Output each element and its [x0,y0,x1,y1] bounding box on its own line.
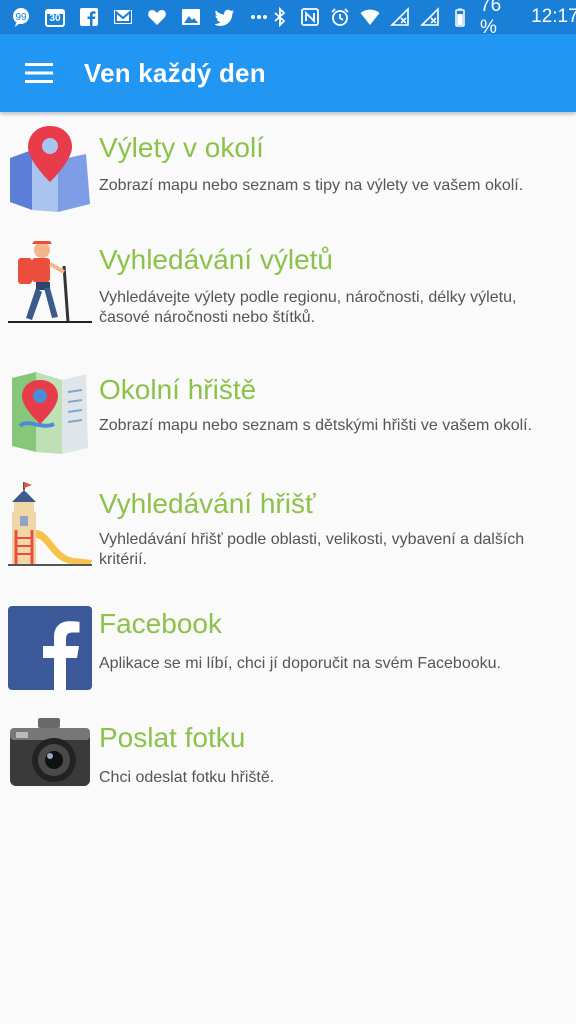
battery-icon [450,6,470,28]
signal-no-sim-icon-2 [420,6,440,28]
menu-item-title: Výlety v okolí [99,132,264,163]
folded-map-icon [6,366,94,454]
menu-item-description: Zobrazí mapu nebo seznam s tipy na výlet… [99,177,524,194]
menu-item-title: Facebook [99,608,222,639]
svg-text:99: 99 [15,12,27,23]
more-notifications-icon [248,6,270,28]
app-title: Ven každý den [84,57,266,88]
menu-item-title: Okolní hřiště [99,374,257,405]
menu-item-facebook[interactable]: Facebook Aplikace se mi líbí, chci jí do… [0,600,576,712]
bluetooth-icon [270,6,290,28]
facebook-icon [6,604,94,692]
menu-item-vyhledavani-hrist[interactable]: Vyhledávání hřišť Vyhledávání hřišť podl… [0,468,576,580]
menu-item-description: Aplikace se mi líbí, chci jí doporučit n… [99,655,501,672]
playground-slide-icon [6,480,94,568]
menu-item-description: Chci odeslat fotku hřiště. [99,769,275,786]
menu-item-vylety-v-okoli[interactable]: Výlety v okolí Zobrazí mapu nebo seznam … [0,112,576,224]
menu-item-title: Vyhledávání hřišť [99,488,316,519]
calendar-day: 30 [49,13,61,24]
hiker-icon [6,238,94,326]
clock: 12:17 [531,6,576,27]
menu-item-title: Poslat fotku [99,722,246,753]
chat-bubble-icon: 99 [10,6,32,28]
heart-icon [146,6,168,28]
menu-item-title: Vyhledávání výletů [99,244,333,275]
signal-no-sim-icon [390,6,410,28]
gmail-icon [112,6,134,28]
wifi-icon [360,6,380,28]
menu-item-okolni-hriste[interactable]: Okolní hřiště Zobrazí mapu nebo seznam s… [0,352,576,464]
alarm-icon [330,6,350,28]
map-pin-icon [6,124,94,212]
app-bar: Ven každý den [0,34,576,112]
menu-item-vyhledavani-vyletu[interactable]: Vyhledávání výletů Vyhledávejte výlety p… [0,226,576,338]
twitter-icon [214,6,236,28]
hamburger-menu-button[interactable] [0,34,78,112]
hamburger-icon [25,63,53,83]
image-icon [180,6,202,28]
calendar-icon: 30 [44,6,66,28]
status-bar: 99 30 76 % 12:17 [0,0,576,38]
camera-icon [6,712,94,800]
menu-item-description: Vyhledávejte výlety podle regionu, nároč… [99,289,517,326]
facebook-notification-icon [78,6,100,28]
menu-item-description: Zobrazí mapu nebo seznam s dětskými hřiš… [99,417,533,434]
menu-item-description: Vyhledávání hřišť podle oblasti, velikos… [99,531,525,568]
nfc-icon [300,6,320,28]
menu-item-poslat-fotku[interactable]: Poslat fotku Chci odeslat fotku hřiště. [0,712,576,824]
